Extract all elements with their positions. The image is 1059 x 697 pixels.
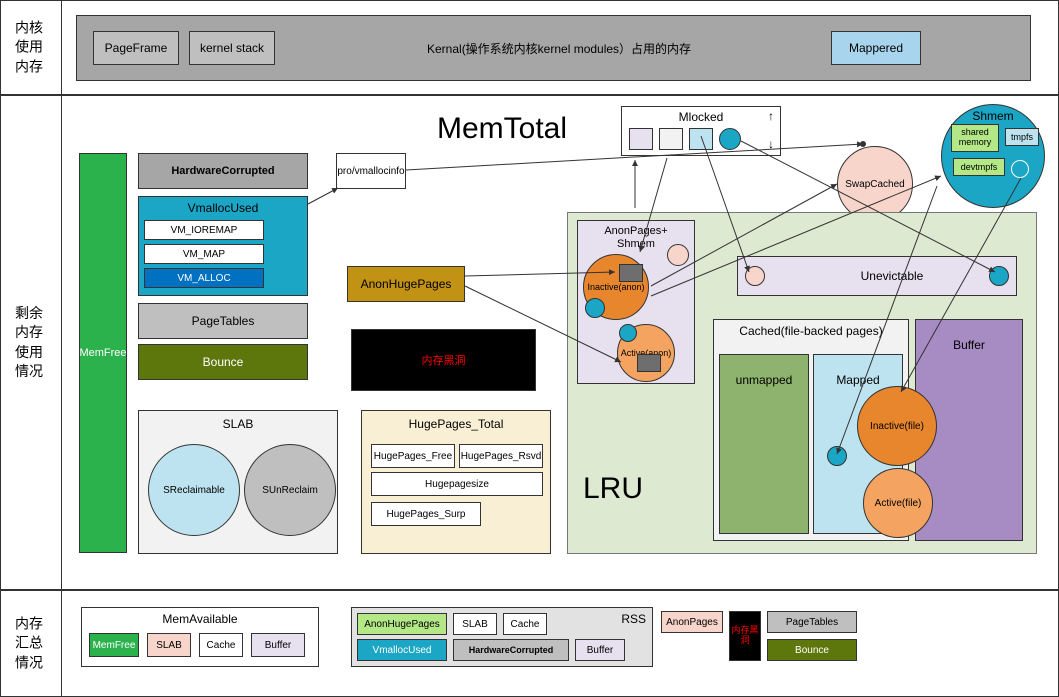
unev-pink <box>745 266 765 286</box>
vm-map: VM_MAP <box>144 244 264 264</box>
devtmpfs: devtmpfs <box>953 158 1005 176</box>
mlocked-circle <box>719 128 741 150</box>
inactive-dot <box>585 298 605 318</box>
mlocked-sq1 <box>629 128 653 150</box>
sum-pagetables: PageTables <box>767 611 857 633</box>
row-summary: 内存 汇总 情况 MemAvailable MemFree SLAB Cache… <box>0 590 1059 697</box>
sum-buffer2: Buffer <box>575 639 625 661</box>
unmapped: unmapped <box>719 354 809 534</box>
kernel-caption: Kernal(操作系统内核kernel modules）占用的内存 <box>427 40 691 57</box>
down-arrow-icon: ↓ <box>768 137 774 151</box>
sum-anonhuge: AnonHugePages <box>357 613 447 635</box>
hwcorrupted: HardwareCorrupted <box>138 153 308 189</box>
anon-pink-dot <box>667 244 689 266</box>
vm-ioremap: VM_IOREMAP <box>144 220 264 240</box>
shared-memory: shared memory <box>951 124 999 152</box>
mlocked-sq3 <box>689 128 713 150</box>
up-arrow-icon: ↑ <box>768 109 774 123</box>
hugepagesize: Hugepagesize <box>371 472 543 496</box>
kernelstack: kernel stack <box>189 31 275 65</box>
row3-label: 内存 汇总 情况 <box>9 614 49 673</box>
mlocked-label: Mlocked <box>679 110 724 124</box>
cached-label: Cached(file-backed pages) <box>739 324 882 338</box>
row2-label: 剩余 内存 使用 情况 <box>9 303 49 381</box>
mappered: Mappered <box>831 31 921 65</box>
row-main: 剩余 内存 使用 情况 MemTotal MemFree HardwareCor… <box>0 95 1059 590</box>
unev-teal <box>989 266 1009 286</box>
row-sep <box>61 591 62 696</box>
huge-rsvd: HugePages_Rsvd <box>459 444 543 468</box>
sum-slab2: SLAB <box>453 613 497 635</box>
sum-blackhole: 内存黑洞 <box>729 611 761 661</box>
memavailable-label: MemAvailable <box>162 612 237 626</box>
active-sq <box>637 354 661 372</box>
inactive-file: Inactive(file) <box>857 386 937 466</box>
vm-alloc: VM_ALLOC <box>144 268 264 288</box>
inactive-sq <box>619 264 643 282</box>
active-file: Active(file) <box>863 468 933 538</box>
blackhole: 内存黑洞 <box>351 329 536 391</box>
tmpfs: tmpfs <box>1005 128 1039 146</box>
huge-free: HugePages_Free <box>371 444 455 468</box>
sunreclaim: SUnReclaim <box>244 444 336 536</box>
huge-total-label: HugePages_Total <box>409 417 504 431</box>
vmallocinfo: pro/vmallocinfo <box>336 153 406 189</box>
huge-surp: HugePages_Surp <box>371 502 481 526</box>
row-kernel: 内核 使用 内存 Kernal(操作系统内核kernel modules）占用的… <box>0 0 1059 95</box>
pageframe: PageFrame <box>93 31 179 65</box>
row-sep <box>61 1 62 94</box>
shmem-circle: Shmem <box>941 104 1045 208</box>
row1-label: 内核 使用 内存 <box>9 18 49 77</box>
sum-bounce: Bounce <box>767 639 857 661</box>
memfree-bar: MemFree <box>79 153 127 553</box>
memtotal-title: MemTotal <box>437 112 567 146</box>
bounce: Bounce <box>138 344 308 380</box>
swapcached: SwapCached <box>837 146 913 222</box>
pagetables: PageTables <box>138 303 308 339</box>
sum-slab: SLAB <box>147 633 191 657</box>
anonhugepages: AnonHugePages <box>347 266 465 302</box>
sreclaimable: SReclaimable <box>148 444 240 536</box>
sum-memfree: MemFree <box>89 633 139 657</box>
unevictable-label: Unevictable <box>861 269 924 283</box>
sum-buffer: Buffer <box>251 633 305 657</box>
anonpages-shmem-label: AnonPages+ Shmem <box>604 225 667 251</box>
sum-cache2: Cache <box>503 613 547 635</box>
row-sep <box>61 96 62 589</box>
sum-anonpages: AnonPages <box>661 611 723 633</box>
mapped-dot <box>827 446 847 466</box>
active-dot <box>619 324 637 342</box>
vmalloc-label: VmallocUsed <box>188 201 259 215</box>
shmem-dot <box>1011 160 1029 178</box>
unevictable: Unevictable <box>737 256 1017 296</box>
sum-hw: HardwareCorrupted <box>453 639 569 661</box>
rss-label: RSS <box>621 612 646 626</box>
lru-label: LRU <box>583 472 643 506</box>
sum-cache: Cache <box>199 633 243 657</box>
slab-label: SLAB <box>223 417 254 431</box>
shmem-label: Shmem <box>972 109 1013 123</box>
sum-vmalloc: VmallocUsed <box>357 639 447 661</box>
mlocked-sq2 <box>659 128 683 150</box>
